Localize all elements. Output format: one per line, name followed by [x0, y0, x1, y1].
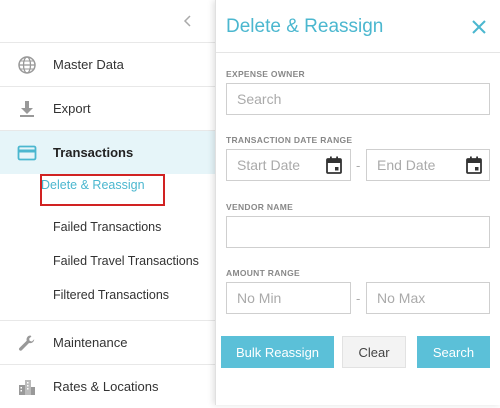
- sidebar-item-label: Master Data: [53, 57, 124, 72]
- sidebar-item-rates-locations[interactable]: Rates & Locations: [0, 365, 215, 408]
- sidebar-item-master-data[interactable]: Master Data: [0, 43, 215, 87]
- amount-max-input[interactable]: [366, 282, 490, 314]
- vendor-name-label: VENDOR NAME: [226, 202, 294, 212]
- panel-title: Delete & Reassign: [226, 16, 384, 37]
- sidebar-header: [0, 0, 215, 43]
- sidebar-item-transactions[interactable]: Transactions: [0, 131, 215, 174]
- date-range-separator: -: [356, 158, 361, 173]
- amount-range-separator: -: [356, 291, 361, 306]
- calendar-icon[interactable]: [326, 156, 342, 174]
- calendar-icon[interactable]: [466, 156, 482, 174]
- sidebar-item-label: Transactions: [53, 145, 134, 160]
- expense-owner-label: EXPENSE OWNER: [226, 69, 305, 79]
- amount-range-label: AMOUNT RANGE: [226, 268, 300, 278]
- sidebar-item-export[interactable]: Export: [0, 87, 215, 131]
- panel-divider: [216, 52, 500, 53]
- search-button[interactable]: Search: [417, 336, 490, 368]
- date-range-label: TRANSACTION DATE RANGE: [226, 135, 353, 145]
- delete-reassign-panel: Delete & Reassign EXPENSE OWNER TRANSACT…: [215, 0, 500, 405]
- globe-icon: [18, 56, 36, 74]
- download-icon: [20, 101, 34, 117]
- clear-button[interactable]: Clear: [342, 336, 406, 368]
- credit-card-icon: [17, 145, 37, 161]
- amount-min-input[interactable]: [226, 282, 351, 314]
- sidebar-subitem-filtered-transactions[interactable]: Filtered Transactions: [53, 288, 169, 302]
- selection-highlight: [40, 174, 165, 206]
- chevron-left-icon[interactable]: [181, 12, 195, 30]
- sidebar-subitem-failed-travel-transactions[interactable]: Failed Travel Transactions: [53, 254, 199, 268]
- wrench-icon: [19, 335, 35, 351]
- expense-owner-search-input[interactable]: [226, 83, 490, 115]
- close-icon[interactable]: [470, 18, 488, 36]
- sidebar-subitem-failed-transactions[interactable]: Failed Transactions: [53, 220, 161, 234]
- sidebar-item-label: Maintenance: [53, 335, 128, 350]
- bulk-reassign-button[interactable]: Bulk Reassign: [221, 336, 334, 368]
- sidebar-item-label: Rates & Locations: [53, 379, 159, 394]
- buildings-icon: [19, 380, 35, 395]
- vendor-name-input[interactable]: [226, 216, 490, 248]
- sidebar-item-label: Export: [53, 101, 91, 116]
- sidebar-item-maintenance[interactable]: Maintenance: [0, 321, 215, 365]
